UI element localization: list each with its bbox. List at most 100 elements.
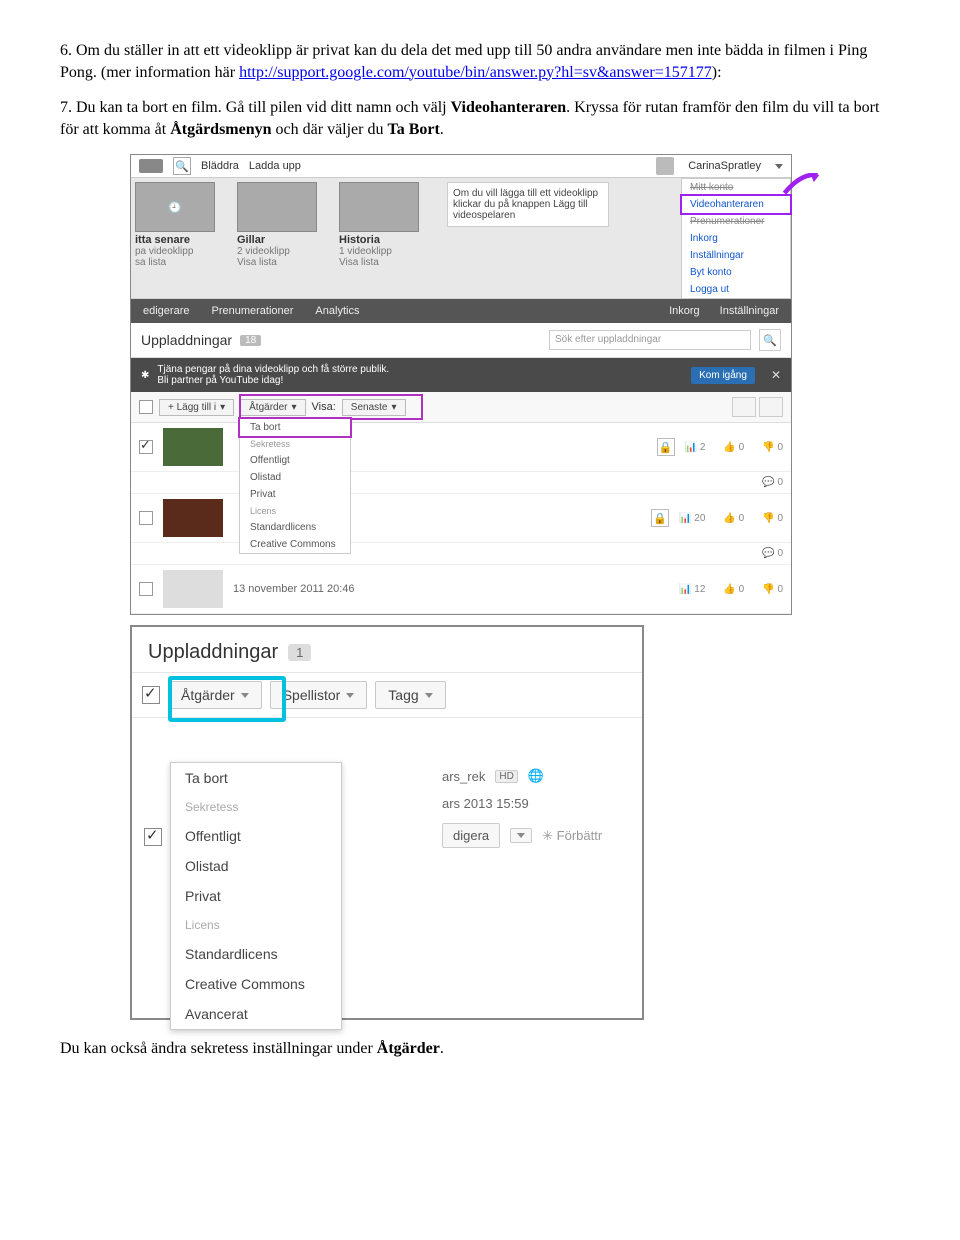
actions-dropdown: Ta bort Sekretess Offentligt Olistad Pri… bbox=[170, 762, 342, 1030]
youtube-logo-icon[interactable] bbox=[139, 159, 163, 173]
toolbar: Åtgärder Spellistor Tagg bbox=[132, 672, 642, 718]
video-list: ✓ 🔒 📊 2 👍 0 👎 0 💬 0 bbox=[131, 423, 791, 614]
playlists-button[interactable]: Spellistor bbox=[270, 681, 368, 709]
star-icon: ✱ bbox=[141, 370, 149, 381]
bold-tabort: Ta Bort bbox=[387, 121, 439, 138]
tile-likes[interactable]: Gillar 2 videoklipp Visa lista bbox=[233, 182, 317, 268]
annotation-arrow-icon bbox=[782, 173, 820, 195]
subnav-settings[interactable]: Inställningar bbox=[720, 305, 779, 317]
tile-watch-later[interactable]: 🕘 itta senare pa videoklipp sa lista bbox=[131, 182, 215, 268]
tile-title: Historia bbox=[339, 234, 419, 246]
add-to-button[interactable]: + Lägg till i▾ bbox=[159, 399, 234, 416]
comment-stat: 💬 0 bbox=[762, 548, 783, 559]
item-number: 7. bbox=[60, 99, 72, 116]
action-standard-license[interactable]: Standardlicens bbox=[240, 519, 350, 536]
enhance-link[interactable]: ✳ Förbättr bbox=[542, 828, 602, 844]
like-stat: 👍 0 bbox=[723, 584, 744, 595]
tile-history[interactable]: Historia 1 videoklipp Visa lista bbox=[335, 182, 419, 268]
action-private[interactable]: Privat bbox=[240, 486, 350, 503]
edit-button[interactable]: digera bbox=[442, 823, 500, 848]
sort-button[interactable]: Senaste▾ bbox=[342, 399, 406, 416]
actions-button[interactable]: Åtgärder▾ bbox=[240, 399, 305, 416]
header-privacy: Sekretess bbox=[171, 793, 341, 821]
comment-stat: 💬 0 bbox=[762, 477, 783, 488]
actions-button[interactable]: Åtgärder bbox=[168, 681, 262, 709]
tag-button[interactable]: Tagg bbox=[375, 681, 445, 709]
action-private[interactable]: Privat bbox=[171, 881, 341, 911]
row-checkbox[interactable] bbox=[139, 582, 153, 596]
views-stat: 📊 2 bbox=[685, 442, 706, 453]
avatar[interactable] bbox=[656, 157, 674, 175]
menu-video-manager[interactable]: Videohanteraren bbox=[680, 194, 792, 215]
promo-line1: Tjäna pengar på dina videoklipp och få s… bbox=[157, 364, 389, 375]
subnav-editor[interactable]: edigerare bbox=[143, 305, 189, 317]
list-view-icon[interactable] bbox=[759, 397, 783, 417]
search-uploads-input[interactable]: Sök efter uppladdningar bbox=[549, 330, 751, 350]
tile-sub: Visa lista bbox=[237, 257, 317, 268]
tile-sub: pa videoklipp bbox=[135, 246, 215, 257]
video-thumb[interactable] bbox=[163, 570, 223, 608]
get-started-button[interactable]: Kom igång bbox=[691, 367, 755, 384]
tile-title: itta senare bbox=[135, 234, 215, 246]
tile-sub: 2 videoklipp bbox=[237, 246, 317, 257]
row-checkbox[interactable] bbox=[144, 828, 162, 846]
nav-browse[interactable]: Bläddra bbox=[201, 160, 239, 172]
select-all-checkbox[interactable] bbox=[139, 400, 153, 414]
bold-atgarder: Åtgärder bbox=[377, 1040, 440, 1057]
action-delete[interactable]: Ta bort bbox=[171, 763, 341, 793]
action-cc[interactable]: Creative Commons bbox=[171, 969, 341, 999]
view-label: Visa: bbox=[312, 401, 336, 413]
action-standard-license[interactable]: Standardlicens bbox=[171, 939, 341, 969]
item7-text-a: Du kan ta bort en film. Gå till pilen vi… bbox=[76, 99, 451, 116]
menu-inbox[interactable]: Inkorg bbox=[682, 230, 790, 247]
topbar: 🔍 Bläddra Ladda upp CarinaSpratley bbox=[131, 155, 791, 178]
action-delete[interactable]: Ta bort bbox=[238, 417, 352, 438]
user-dropdown: Mitt konto Videohanteraren Prenumeration… bbox=[681, 178, 791, 299]
action-public[interactable]: Offentligt bbox=[171, 821, 341, 851]
support-link[interactable]: http://support.google.com/youtube/bin/an… bbox=[239, 64, 712, 81]
hd-badge: HD bbox=[495, 770, 517, 783]
views-stat: 📊 20 bbox=[679, 513, 705, 524]
username[interactable]: CarinaSpratley bbox=[688, 160, 761, 172]
edit-dropdown-button[interactable] bbox=[510, 828, 532, 843]
footer-a: Du kan också ändra sekretess inställning… bbox=[60, 1040, 377, 1057]
grid-view-icon[interactable] bbox=[732, 397, 756, 417]
table-row: 13 november 2011 20:46 📊 12 👍 0 👎 0 bbox=[131, 565, 791, 614]
subnav-subs[interactable]: Prenumerationer bbox=[211, 305, 293, 317]
action-cc[interactable]: Creative Commons bbox=[240, 536, 350, 553]
video-thumb[interactable] bbox=[163, 428, 223, 466]
action-advanced[interactable]: Avancerat bbox=[171, 999, 341, 1029]
subnav-analytics[interactable]: Analytics bbox=[315, 305, 359, 317]
subnav-inbox[interactable]: Inkorg bbox=[669, 305, 700, 317]
video-row-partial: ars_rek HD 🌐 ars 2013 15:59 digera ✳ För… bbox=[432, 762, 642, 854]
lock-icon: 🔒 bbox=[657, 438, 675, 456]
search-icon[interactable]: 🔍 bbox=[173, 157, 191, 175]
nav-upload[interactable]: Ladda upp bbox=[249, 160, 301, 172]
search-button[interactable]: 🔍 bbox=[759, 329, 781, 351]
action-public[interactable]: Offentligt bbox=[240, 452, 350, 469]
bold-videohanteraren: Videohanteraren bbox=[451, 99, 567, 116]
video-thumb[interactable] bbox=[163, 499, 223, 537]
action-unlisted[interactable]: Olistad bbox=[240, 469, 350, 486]
close-icon[interactable]: ✕ bbox=[771, 368, 781, 382]
chevron-down-icon bbox=[425, 693, 433, 698]
header-privacy: Sekretess bbox=[240, 436, 350, 452]
menu-subscriptions[interactable]: Prenumerationer bbox=[682, 213, 790, 230]
chevron-down-icon[interactable] bbox=[775, 164, 783, 169]
tile-sub: sa lista bbox=[135, 257, 215, 268]
dislike-stat: 👎 0 bbox=[762, 513, 783, 524]
video-title-partial[interactable]: ars_rek bbox=[442, 769, 485, 784]
menu-switch-account[interactable]: Byt konto bbox=[682, 264, 790, 281]
screenshot-youtube-new: Uppladdningar 1 Åtgärder Spellistor Tagg… bbox=[130, 625, 644, 1020]
uploads-title: Uppladdningar bbox=[148, 641, 278, 664]
like-stat: 👍 0 bbox=[723, 513, 744, 524]
select-all-checkbox[interactable] bbox=[142, 686, 160, 704]
menu-logout[interactable]: Logga ut bbox=[682, 281, 790, 298]
row-checkbox[interactable]: ✓ bbox=[139, 440, 153, 454]
item7-text-e: och där väljer du bbox=[272, 121, 388, 138]
action-unlisted[interactable]: Olistad bbox=[171, 851, 341, 881]
menu-settings[interactable]: Inställningar bbox=[682, 247, 790, 264]
row-checkbox[interactable] bbox=[139, 511, 153, 525]
promo-line2: Bli partner på YouTube idag! bbox=[157, 375, 389, 386]
dislike-stat: 👎 0 bbox=[762, 584, 783, 595]
